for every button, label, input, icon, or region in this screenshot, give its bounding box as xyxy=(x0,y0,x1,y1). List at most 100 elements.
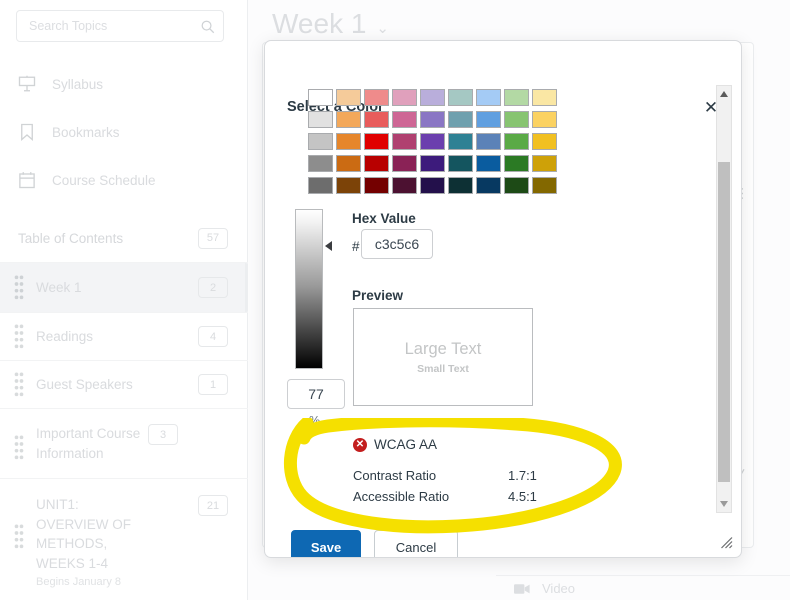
preview-label: Preview xyxy=(352,288,404,303)
sidebar-item-course-schedule[interactable]: Course Schedule xyxy=(0,156,248,204)
color-swatch[interactable] xyxy=(532,155,557,172)
color-swatch[interactable] xyxy=(476,89,501,106)
color-swatch[interactable] xyxy=(364,177,389,194)
color-swatch[interactable] xyxy=(476,155,501,172)
sidebar-item-label: Bookmarks xyxy=(52,124,120,140)
color-palette-grid xyxy=(308,89,557,194)
brightness-gradient-track[interactable] xyxy=(295,209,323,369)
color-swatch[interactable] xyxy=(448,155,473,172)
wcag-status: ✕ WCAG AA xyxy=(353,437,437,452)
table-of-contents-header: Table of Contents 57 xyxy=(0,218,248,258)
color-swatch[interactable] xyxy=(392,155,417,172)
color-swatch[interactable] xyxy=(420,177,445,194)
color-swatch[interactable] xyxy=(420,111,445,128)
color-swatch[interactable] xyxy=(336,155,361,172)
sidebar-item-bookmarks[interactable]: Bookmarks xyxy=(0,108,248,156)
accessible-ratio-value: 4.5:1 xyxy=(508,489,537,504)
color-swatch[interactable] xyxy=(336,133,361,150)
drag-handle-icon[interactable] xyxy=(14,434,24,461)
select-color-dialog: Select a Color ✕ % Hex Value # Preview L… xyxy=(264,40,742,558)
resize-grip-icon[interactable] xyxy=(720,536,733,549)
color-swatch[interactable] xyxy=(308,133,333,150)
color-swatch[interactable] xyxy=(364,155,389,172)
hex-hash-symbol: # xyxy=(352,239,360,254)
color-swatch[interactable] xyxy=(476,133,501,150)
toc-count-badge: 57 xyxy=(198,227,228,249)
color-swatch[interactable] xyxy=(448,177,473,194)
color-swatch[interactable] xyxy=(504,111,529,128)
color-swatch[interactable] xyxy=(392,177,417,194)
page-title: Week 1 ⌄ xyxy=(272,8,389,40)
color-swatch[interactable] xyxy=(476,177,501,194)
color-swatch[interactable] xyxy=(420,155,445,172)
sidebar-item-syllabus[interactable]: Syllabus xyxy=(0,60,248,108)
drag-handle-icon[interactable] xyxy=(14,523,24,550)
color-swatch[interactable] xyxy=(392,133,417,150)
toc-item-label: Week 1 xyxy=(36,279,82,295)
toc-item-count: 2 xyxy=(198,277,228,298)
toc-label: Table of Contents xyxy=(18,230,124,246)
color-swatch[interactable] xyxy=(336,89,361,106)
toc-item-guest-speakers[interactable]: Guest Speakers 1 xyxy=(0,360,248,408)
color-swatch[interactable] xyxy=(364,89,389,106)
video-icon xyxy=(514,583,530,594)
color-swatch[interactable] xyxy=(308,177,333,194)
color-swatch[interactable] xyxy=(532,89,557,106)
color-swatch[interactable] xyxy=(504,89,529,106)
hex-value-input[interactable] xyxy=(361,229,433,259)
dialog-scrollbar[interactable] xyxy=(716,85,732,513)
color-swatch[interactable] xyxy=(532,133,557,150)
hex-value-label: Hex Value xyxy=(352,211,416,226)
toc-item-unit1-overview[interactable]: UNIT1: OVERVIEW OF METHODS, WEEKS 1-4 Be… xyxy=(0,478,248,588)
color-swatch[interactable] xyxy=(364,111,389,128)
toc-item-week-1[interactable]: Week 1 2 xyxy=(0,262,251,312)
fail-icon: ✕ xyxy=(353,437,367,452)
preview-small-text: Small Text xyxy=(417,362,469,375)
toc-item-readings[interactable]: Readings 4 xyxy=(0,312,248,360)
content-divider xyxy=(496,575,790,576)
drag-handle-icon[interactable] xyxy=(14,274,24,301)
color-swatch[interactable] xyxy=(448,89,473,106)
percent-input[interactable] xyxy=(287,379,345,409)
color-swatch[interactable] xyxy=(532,111,557,128)
scroll-up-icon[interactable] xyxy=(717,87,731,101)
drag-handle-icon[interactable] xyxy=(14,371,24,398)
color-swatch[interactable] xyxy=(392,89,417,106)
color-swatch[interactable] xyxy=(476,111,501,128)
color-swatch[interactable] xyxy=(504,155,529,172)
save-button[interactable]: Save xyxy=(291,530,361,557)
toc-item-important-course-information[interactable]: Important Course Information 3 xyxy=(0,408,248,478)
color-swatch[interactable] xyxy=(420,133,445,150)
contrast-ratio-row: Contrast Ratio 1.7:1 xyxy=(353,468,537,483)
color-swatch[interactable] xyxy=(308,155,333,172)
brightness-slider-handle[interactable] xyxy=(325,241,332,251)
color-swatch[interactable] xyxy=(336,177,361,194)
toc-item-count: 3 xyxy=(148,424,178,445)
search-topics-box[interactable] xyxy=(16,10,224,42)
cancel-button[interactable]: Cancel xyxy=(374,530,458,557)
scroll-down-icon[interactable] xyxy=(717,497,731,511)
drag-handle-icon[interactable] xyxy=(14,323,24,350)
toc-item-label: UNIT1: OVERVIEW OF METHODS, WEEKS 1-4 xyxy=(36,497,132,571)
color-swatch[interactable] xyxy=(392,111,417,128)
scrollbar-thumb[interactable] xyxy=(718,162,730,482)
color-swatch[interactable] xyxy=(448,111,473,128)
color-preview-box: Large Text Small Text xyxy=(353,308,533,406)
color-swatch[interactable] xyxy=(336,111,361,128)
color-swatch[interactable] xyxy=(364,133,389,150)
color-swatch[interactable] xyxy=(308,111,333,128)
toc-item-count: 21 xyxy=(198,495,228,516)
search-input[interactable] xyxy=(29,19,200,33)
color-swatch[interactable] xyxy=(532,177,557,194)
video-attachment-row[interactable]: Video xyxy=(514,581,575,596)
contrast-ratio-value: 1.7:1 xyxy=(508,468,537,483)
video-label: Video xyxy=(542,581,576,596)
chevron-down-icon[interactable]: ⌄ xyxy=(376,19,389,37)
color-swatch[interactable] xyxy=(448,133,473,150)
brightness-slider xyxy=(295,209,332,369)
color-swatch[interactable] xyxy=(308,89,333,106)
color-swatch[interactable] xyxy=(504,177,529,194)
color-swatch[interactable] xyxy=(504,133,529,150)
color-swatch[interactable] xyxy=(420,89,445,106)
toc-item-label: Guest Speakers xyxy=(36,376,133,392)
